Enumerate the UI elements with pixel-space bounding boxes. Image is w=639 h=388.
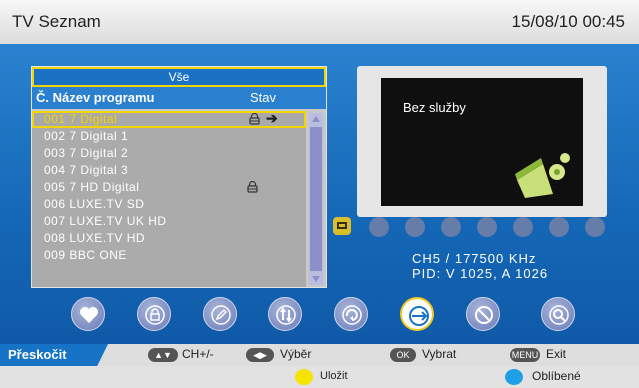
sort-arrows-icon[interactable]: [268, 297, 302, 331]
list-header: Č. Název programu Stav: [32, 87, 326, 109]
channel-rows: 001 7 Digital ➔ 002 7 Digital 1 003 7 Digit…: [32, 111, 306, 287]
genre-icon-row: [333, 217, 633, 241]
airplane-icon[interactable]: [513, 217, 533, 237]
edit-pencil-icon[interactable]: [203, 297, 237, 331]
list-scrollbar[interactable]: [309, 113, 323, 285]
category-selector[interactable]: Vše: [32, 67, 326, 87]
left-right-key-icon: ◀▶: [246, 348, 274, 362]
move-icon[interactable]: [334, 297, 368, 331]
channel-row[interactable]: 009 BBC ONE: [32, 247, 306, 264]
preview-frame: Bez služby: [357, 66, 607, 217]
find-icon[interactable]: [541, 297, 575, 331]
frequency-text: CH5 / 177500 KHz: [412, 251, 537, 266]
channel-name: 002 7 Digital 1: [44, 129, 129, 143]
no-service-message: Bez služby: [403, 100, 466, 115]
favorite-heart-icon[interactable]: [71, 297, 105, 331]
channel-row[interactable]: 003 7 Digital 2: [32, 145, 306, 162]
channel-name: 009 BBC ONE: [44, 248, 127, 262]
header-bar: TV Seznam 15/08/10 00:45: [0, 0, 639, 44]
headphones-icon[interactable]: [441, 217, 461, 237]
channel-row[interactable]: 002 7 Digital 1: [32, 128, 306, 145]
key-hint-bar: Přeskočit ▲▼ CH+/- ◀▶ Výběr OK Vybrat ME…: [0, 344, 639, 366]
save-label: Uložit: [320, 370, 348, 382]
ok-key-label: Vybrat: [422, 347, 457, 361]
ok-key-icon: OK: [390, 348, 416, 362]
channel-list-panel: Vše Č. Název programu Stav 001 7 Digital…: [31, 66, 327, 288]
main-panel: Vše Č. Název programu Stav 001 7 Digital…: [0, 44, 639, 344]
scrollbar-thumb[interactable]: [310, 127, 322, 271]
ch-key-icon: ▲▼: [148, 348, 178, 362]
yellow-key-icon: [295, 369, 313, 385]
channel-name: 001 7 Digital: [44, 112, 118, 126]
lock-icon: [247, 181, 258, 193]
delete-icon[interactable]: [466, 297, 500, 331]
scroll-up-icon[interactable]: [312, 116, 320, 122]
child-icon[interactable]: [585, 217, 605, 237]
channel-name: 003 7 Digital 2: [44, 146, 129, 160]
film-reel-icon[interactable]: [369, 217, 389, 237]
channel-name: 005 7 HD Digital: [44, 180, 140, 194]
color-key-bar: Uložit Oblíbené: [0, 366, 639, 388]
favorites-label: Oblíbené: [532, 369, 581, 383]
channel-name: 008 LUXE.TV HD: [44, 231, 146, 245]
channel-name: 007 LUXE.TV UK HD: [44, 214, 167, 228]
channel-row[interactable]: 007 LUXE.TV UK HD: [32, 213, 306, 230]
clapperboard-icon: [515, 153, 570, 198]
channel-row[interactable]: 001 7 Digital ➔: [32, 111, 306, 128]
channel-name: 006 LUXE.TV SD: [44, 197, 145, 211]
blue-key-icon: [505, 369, 523, 385]
pid-text: PID: V 1025, A 1026: [412, 266, 549, 281]
channel-name: 004 7 Digital 3: [44, 163, 129, 177]
column-program-header: Č. Název programu: [36, 90, 155, 105]
select-key-label: Výběr: [280, 347, 312, 361]
skip-icon[interactable]: [400, 297, 434, 331]
datetime-display: 15/08/10 00:45: [511, 12, 625, 31]
channel-row[interactable]: 004 7 Digital 3: [32, 162, 306, 179]
menu-key-label: Exit: [546, 347, 567, 361]
lock-icon[interactable]: [137, 297, 171, 331]
bowl-icon[interactable]: [477, 217, 497, 237]
scroll-down-icon[interactable]: [312, 276, 320, 282]
function-button-row: [0, 297, 639, 339]
tv-icon[interactable]: [333, 217, 351, 235]
ch-key-label: CH+/-: [182, 347, 214, 361]
menu-key-icon: MENU: [510, 348, 540, 362]
skip-mode-label: Přeskočit: [0, 344, 108, 366]
channel-row[interactable]: 008 LUXE.TV HD: [32, 230, 306, 247]
lock-icon: [249, 113, 260, 125]
channel-row[interactable]: 006 LUXE.TV SD: [32, 196, 306, 213]
channel-row[interactable]: 005 7 HD Digital: [32, 179, 306, 196]
person-icon[interactable]: [549, 217, 569, 237]
signal-info: CH5 / 177500 KHz PID: V 1025, A 1026: [412, 251, 548, 281]
preview-screen: Bez služby: [381, 78, 583, 206]
page-title: TV Seznam: [12, 12, 101, 31]
news-icon[interactable]: [405, 217, 425, 237]
column-status-header: Stav: [250, 90, 277, 105]
skip-arrow-icon: ➔: [266, 110, 279, 126]
